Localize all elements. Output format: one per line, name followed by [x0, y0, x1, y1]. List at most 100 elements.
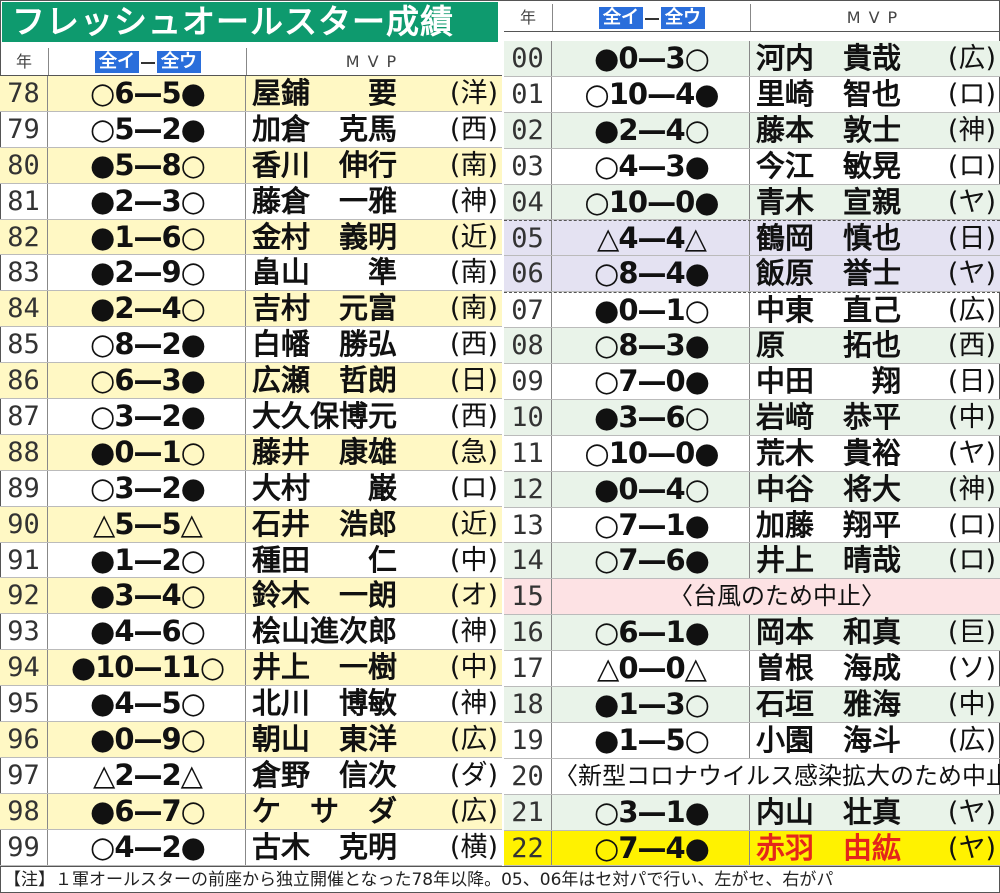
row-team: (ダ)	[449, 759, 498, 791]
row-score: ●3—6○	[554, 399, 750, 435]
row-team: (中)	[449, 544, 498, 576]
row-year: 99	[0, 829, 48, 865]
row-team: (神)	[947, 473, 996, 505]
row-team: (ロ)	[947, 545, 996, 577]
row-score: ●2—4○	[554, 112, 750, 148]
row-team: (西)	[449, 329, 498, 361]
right-rows: 00 ●0—3○ 河内 貴哉 (広) 01 ○10—4● 里崎 智也 (ロ) 02 ●2—4○ 藤本…	[504, 41, 1000, 867]
row-year: 08	[504, 328, 552, 364]
header-score-right: 全ウ	[157, 51, 201, 73]
row-team: (南)	[449, 257, 498, 289]
table-row: 96 ●0—9○ 朝山 東洋 (広)	[0, 722, 502, 758]
row-year: 12	[504, 471, 552, 507]
row-mvp-name: 今江 敏晃	[756, 148, 902, 183]
row-score: ●3—4○	[50, 578, 246, 614]
row-year: 79	[0, 111, 48, 147]
row-mvp-name: 中田 翔	[756, 364, 902, 399]
row-score: ●1—6○	[50, 219, 246, 255]
table-row: 20 〈新型コロナウイルス感染拡大のため中止〉	[504, 758, 1000, 795]
row-team: (神)	[449, 185, 498, 217]
row-year: 04	[504, 184, 552, 220]
row-score: ●4—6○	[50, 614, 246, 650]
table-row: 13 ○7—1● 加藤 翔平 (ロ)	[504, 507, 1000, 544]
row-mvp-name: 青木 宣親	[756, 184, 902, 219]
row-year: 17	[504, 651, 552, 687]
row-team: (ヤ)	[947, 258, 996, 290]
row-year: 97	[0, 757, 48, 793]
row-score: ○10—0●	[554, 184, 750, 220]
row-year: 98	[0, 793, 48, 829]
row-score: ●0—4○	[554, 471, 750, 507]
row-year: 10	[504, 399, 552, 435]
row-mvp-name: 赤羽 由紘	[756, 830, 902, 865]
row-score: △5—5△	[50, 506, 246, 542]
table-row: 95 ●4—5○ 北川 博敏 (神)	[0, 686, 502, 723]
row-note: 〈台風のため中止〉	[669, 582, 885, 611]
table-row: 01 ○10—4● 里崎 智也 (ロ)	[504, 76, 1000, 113]
table-row: 91 ●1—2○ 種田 仁 (中)	[0, 542, 502, 579]
row-score: ●1—5○	[554, 722, 750, 758]
table-row: 17 △0—0△ 曽根 海成 (ソ)	[504, 651, 1000, 688]
table-row: 04 ○10—0● 青木 宣親 (ヤ)	[504, 184, 1000, 221]
row-score: ○6—1●	[554, 615, 750, 651]
row-year: 96	[0, 722, 48, 757]
row-mvp-name: 加藤 翔平	[756, 507, 902, 542]
row-score: ○8—4●	[554, 256, 750, 292]
row-mvp-name: 石井 浩郎	[252, 506, 398, 541]
row-year: 89	[0, 470, 48, 506]
row-team: (近)	[449, 508, 498, 540]
row-team: (西)	[449, 401, 498, 433]
row-year: 15	[504, 579, 552, 615]
row-score: ●2—3○	[50, 183, 246, 219]
row-mvp-name: 種田 仁	[252, 542, 398, 577]
table-row: 05 △4—4△ 鶴岡 慎也 (日)	[504, 220, 1000, 257]
row-mvp-name: 加倉 克馬	[252, 111, 398, 146]
row-year: 81	[0, 183, 48, 219]
row-year: 00	[504, 41, 552, 76]
row-mvp-name: 井上 一樹	[252, 650, 398, 685]
row-year: 18	[504, 687, 552, 722]
table-row: 88 ●0—1○ 藤井 康雄 (急)	[0, 434, 502, 471]
row-score: ●6—7○	[50, 793, 246, 829]
row-score: ●1—2○	[50, 542, 246, 578]
row-score: ○7—4●	[554, 830, 750, 866]
row-mvp-name: 荒木 貴裕	[756, 435, 902, 470]
row-mvp-name: 曽根 海成	[756, 651, 902, 686]
row-mvp-name: 中谷 将大	[756, 471, 902, 506]
row-year: 05	[504, 221, 552, 256]
row-mvp-name: 中東 直己	[756, 293, 902, 328]
row-mvp-name: 里崎 智也	[756, 76, 902, 111]
row-team: (神)	[449, 616, 498, 648]
row-score: ○3—2●	[50, 470, 246, 506]
row-mvp-name: 石垣 雅海	[756, 687, 902, 722]
row-mvp-name: 吉村 元富	[252, 291, 398, 326]
table-row: 80 ●5—8○ 香川 伸行 (南)	[0, 147, 502, 184]
left-header: 年 全イ 全ウ MVP	[0, 48, 502, 76]
row-year: 88	[0, 434, 48, 470]
row-team: (日)	[449, 365, 498, 397]
row-mvp-name: 鶴岡 慎也	[756, 221, 902, 256]
row-team: (日)	[947, 223, 996, 255]
row-score: ○10—0●	[554, 435, 750, 471]
row-score: ●0—3○	[554, 41, 750, 76]
row-mvp-name: 古木 克明	[252, 829, 398, 864]
table-row: 85 ○8—2● 白幡 勝弘 (西)	[0, 327, 502, 364]
row-team: (ロ)	[947, 509, 996, 541]
row-year: 06	[504, 256, 552, 292]
row-year: 11	[504, 435, 552, 471]
table-row: 12 ●0—4○ 中谷 将大 (神)	[504, 471, 1000, 508]
header-mvp: MVP	[846, 8, 906, 27]
row-team: (洋)	[449, 78, 498, 109]
row-year: 85	[0, 327, 48, 363]
row-year: 78	[0, 76, 48, 111]
row-score: ○5—2●	[50, 111, 246, 147]
row-mvp-name: 北川 博敏	[252, 686, 398, 721]
row-team: (ロ)	[947, 150, 996, 182]
row-team: (南)	[449, 149, 498, 181]
row-year: 84	[0, 291, 48, 327]
row-mvp-name: 倉野 信次	[252, 757, 398, 792]
row-score: ●0—9○	[50, 722, 246, 757]
row-year: 20	[504, 758, 552, 794]
row-team: (広)	[947, 295, 996, 327]
row-mvp-name: 小園 海斗	[756, 722, 902, 757]
